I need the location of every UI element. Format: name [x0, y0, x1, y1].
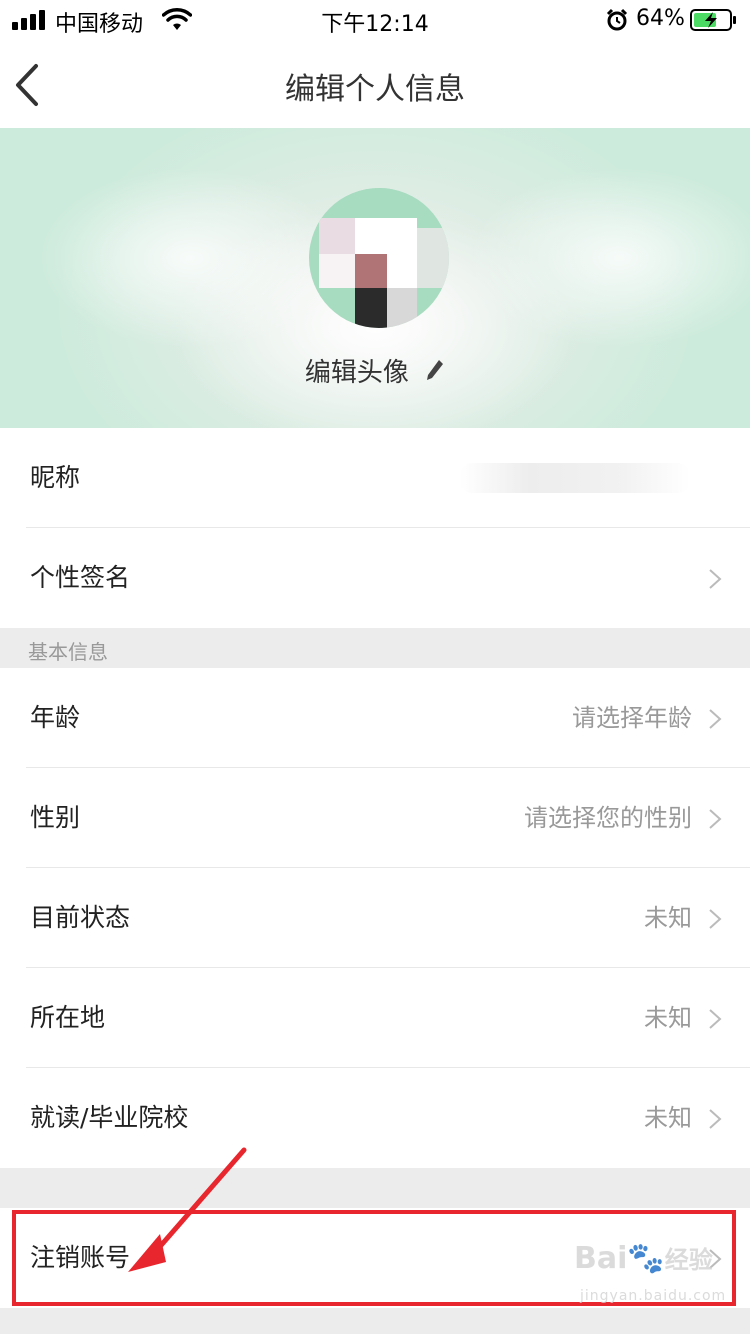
signature-row[interactable]: 个性签名: [0, 528, 750, 628]
nickname-value-blurred: [460, 463, 690, 493]
pencil-icon: [425, 358, 445, 389]
avatar-header: 编辑头像: [0, 128, 750, 428]
chevron-right-icon: [709, 1109, 722, 1129]
battery-charging-icon: [690, 9, 738, 37]
baidu-watermark-logo: Bai🐾经验 jingyan.baidu.com: [574, 1240, 734, 1320]
chevron-right-icon: [709, 709, 722, 729]
avatar[interactable]: [309, 188, 449, 328]
edit-avatar-button[interactable]: 编辑头像: [0, 352, 750, 389]
battery-percent: 64%: [636, 6, 685, 31]
alarm-icon: [605, 8, 629, 38]
chevron-right-icon: [709, 569, 722, 589]
signature-label: 个性签名: [30, 563, 131, 592]
location-label: 所在地: [30, 1003, 106, 1032]
watermark-brand-suffix: 经验: [664, 1246, 713, 1274]
gender-value: 请选择您的性别: [524, 804, 692, 832]
basic-info-list: 年龄 请选择年龄 性别 请选择您的性别 目前状态 未知 所在地 未知 就读/毕业…: [0, 668, 750, 1168]
current-status-value: 未知: [644, 904, 692, 932]
profile-list: 昵称 个性签名: [0, 428, 750, 628]
current-status-label: 目前状态: [30, 903, 131, 932]
paw-icon: 🐾: [627, 1241, 665, 1276]
gender-row[interactable]: 性别 请选择您的性别: [0, 768, 750, 868]
age-label: 年龄: [30, 703, 81, 732]
status-bar: 中国移动 下午12:14 64%: [0, 0, 750, 40]
location-value: 未知: [644, 1004, 692, 1032]
age-row[interactable]: 年龄 请选择年龄: [0, 668, 750, 768]
current-status-row[interactable]: 目前状态 未知: [0, 868, 750, 968]
watermark-domain: jingyan.baidu.com: [580, 1288, 727, 1304]
navigation-bar: 编辑个人信息: [0, 40, 750, 128]
school-row[interactable]: 就读/毕业院校 未知: [0, 1068, 750, 1168]
school-label: 就读/毕业院校: [30, 1103, 189, 1132]
section-title: 基本信息: [28, 640, 108, 664]
section-header-basic-info: 基本信息: [0, 628, 750, 668]
nickname-row[interactable]: 昵称: [0, 428, 750, 528]
school-value: 未知: [644, 1104, 692, 1132]
edit-avatar-label: 编辑头像: [304, 358, 409, 388]
age-value: 请选择年龄: [572, 704, 692, 732]
section-gap: [0, 1168, 750, 1208]
gender-label: 性别: [30, 803, 81, 832]
chevron-right-icon: [709, 1009, 722, 1029]
location-row[interactable]: 所在地 未知: [0, 968, 750, 1068]
watermark-brand: Bai: [574, 1241, 628, 1276]
chevron-right-icon: [709, 909, 722, 929]
nickname-label: 昵称: [30, 463, 81, 492]
chevron-right-icon: [709, 809, 722, 829]
page-title: 编辑个人信息: [285, 72, 465, 107]
